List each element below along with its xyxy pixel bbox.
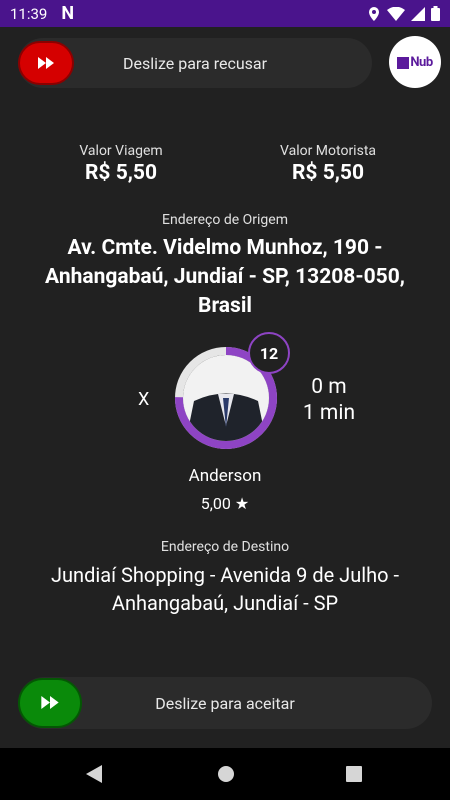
brand-logo[interactable]: Nub [389,36,441,88]
origin-address-line2: Anhangabaú, Jundiaí - SP, 13208-050, [45,265,405,289]
brand-logo-text: Nub [410,54,433,70]
status-icons [367,6,440,22]
status-time: 11:39 [10,4,48,23]
trip-fare-label: Valor Viagem [79,143,163,159]
trip-fare: Valor Viagem R$ 5,50 [41,143,201,185]
wifi-icon [387,6,405,21]
destination-address-line1: Jundiaí Shopping - Avenida 9 de Julho - [50,563,400,587]
destination-label: Endereço de Destino [160,539,290,555]
back-icon[interactable] [86,765,102,787]
accept-slider[interactable]: Deslize para aceitar [18,677,432,729]
system-nav-bar [0,748,450,800]
eta-distance: 0 m [311,375,347,399]
signal-icon [411,6,425,21]
trip-fare-value: R$ 5,50 [84,161,158,185]
driver-fare-label: Valor Motorista [279,143,377,159]
driver-fare: Valor Motorista R$ 5,50 [248,143,408,185]
destination-address-line2: Anhangabaú, Jundiaí - SP [111,591,339,615]
origin-address-line1: Av. Cmte. Videlmo Munhoz, 190 - [67,236,383,260]
battery-icon [431,6,440,21]
recents-icon[interactable] [346,766,362,786]
app-notification-icon: N [61,3,75,24]
origin-label: Endereço de Origem [162,212,288,228]
driver-info: Anderson 5,00 ★ [125,466,325,513]
accept-slider-label: Deslize para aceitar [155,693,295,713]
destination-section: Endereço de Destino Jundiaí Shopping - A… [0,539,450,617]
location-icon [367,6,381,22]
driver-name: Anderson [188,466,262,486]
countdown-value: 12 [259,343,279,363]
status-bar: 11:39 N [0,0,450,27]
home-icon[interactable] [217,765,235,787]
eta-duration: 1 min [302,401,356,425]
driver-rating: 5,00 ★ [200,494,250,513]
reject-slider[interactable]: Deslize para recusar [18,38,372,88]
reject-slider-label: Deslize para recusar [122,53,268,73]
driver-fare-value: R$ 5,50 [291,161,365,185]
eta-info: 0 m 1 min [290,374,368,426]
countdown-badge: 12 [248,332,290,374]
origin-address-line3: Brasil [198,294,252,318]
origin-section: Endereço de Origem Av. Cmte. Videlmo Mun… [0,212,450,321]
close-x-label[interactable]: X [138,389,149,410]
